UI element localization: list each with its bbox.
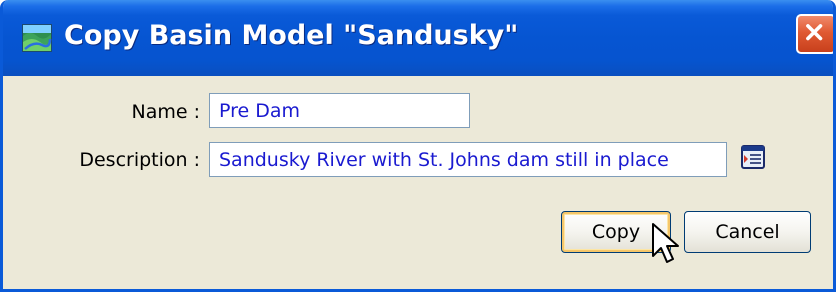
description-label: Description : — [79, 149, 200, 171]
name-label: Name : — [131, 101, 201, 123]
copy-basin-model-dialog: Copy Basin Model "Sandusky" Name : Pre D… — [0, 0, 836, 292]
basin-model-icon — [22, 24, 52, 52]
copy-button[interactable]: Copy — [561, 211, 671, 253]
description-input[interactable]: Sandusky River with St. Johns dam still … — [209, 142, 727, 177]
close-button[interactable] — [796, 14, 833, 54]
name-input[interactable]: Pre Dam — [209, 93, 470, 128]
cancel-button[interactable]: Cancel — [684, 211, 811, 253]
title-bar[interactable]: Copy Basin Model "Sandusky" — [3, 0, 833, 76]
text-editor-icon[interactable] — [741, 145, 765, 169]
close-icon — [806, 24, 823, 41]
dialog-title: Copy Basin Model "Sandusky" — [64, 20, 519, 51]
